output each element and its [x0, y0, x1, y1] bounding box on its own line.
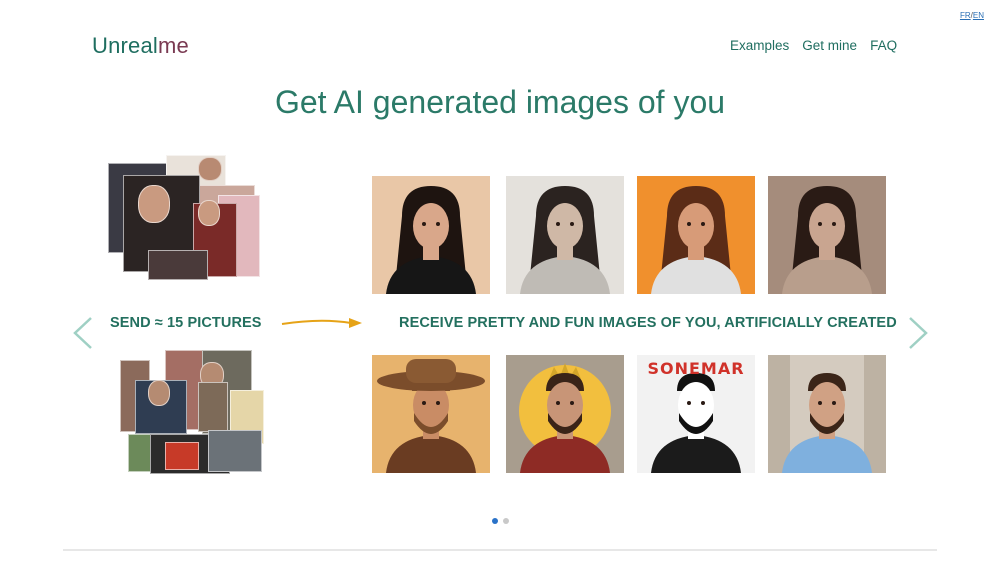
android-portrait: [506, 176, 624, 294]
king-portrait: [506, 355, 624, 473]
arrow-right-icon: [281, 318, 362, 328]
footer-divider: [63, 549, 937, 551]
portrait-illustration: [372, 355, 490, 473]
input-photos-collage-bottom: [120, 350, 265, 478]
portrait-illustration: [372, 176, 490, 294]
portrait-illustration: [506, 176, 624, 294]
painted-portrait: [768, 176, 886, 294]
logo-part-me: me: [158, 33, 189, 58]
logo-part-unreal: Unreal: [92, 33, 159, 58]
nav-get-mine-link[interactable]: Get mine: [802, 38, 857, 53]
portrait-illustration: [768, 176, 886, 294]
nav-examples-link[interactable]: Examples: [730, 38, 789, 53]
examples-carousel: SEND ≈ 15 PICTURES RECEIVE PRETTY AND FU…: [0, 150, 1000, 500]
suit-portrait: [768, 355, 886, 473]
language-switcher: FR/EN: [960, 11, 984, 20]
carousel-dot-1[interactable]: [491, 518, 498, 524]
step-send-label: SEND ≈ 15 PICTURES: [110, 315, 262, 331]
cowboy-portrait: [372, 355, 490, 473]
nav-faq-link[interactable]: FAQ: [870, 38, 897, 53]
page-headline: Get AI generated images of you: [274, 84, 726, 120]
carousel-next-button[interactable]: [905, 316, 931, 350]
input-photos-collage-top: [108, 155, 263, 283]
lang-en-link[interactable]: EN: [973, 11, 984, 20]
lang-fr-link[interactable]: FR: [960, 11, 971, 20]
chevron-left-icon: [73, 317, 92, 349]
logo[interactable]: Unrealme: [92, 33, 189, 59]
comic-portrait: SONEMAR: [637, 355, 755, 473]
portrait-illustration: [637, 176, 755, 294]
orange-portrait: [637, 176, 755, 294]
carousel-dot-2[interactable]: [502, 518, 509, 524]
step-receive-label: RECEIVE PRETTY AND FUN IMAGES OF YOU, AR…: [399, 315, 897, 331]
studio-portrait: [372, 176, 490, 294]
portrait-illustration: [506, 355, 624, 473]
carousel-pagination: [0, 518, 1000, 524]
chevron-right-icon: [909, 317, 928, 349]
top-nav: Examples Get mine FAQ: [730, 38, 897, 53]
comic-caption: SONEMAR: [647, 359, 745, 378]
carousel-prev-button[interactable]: [70, 316, 96, 350]
portrait-illustration: [768, 355, 886, 473]
